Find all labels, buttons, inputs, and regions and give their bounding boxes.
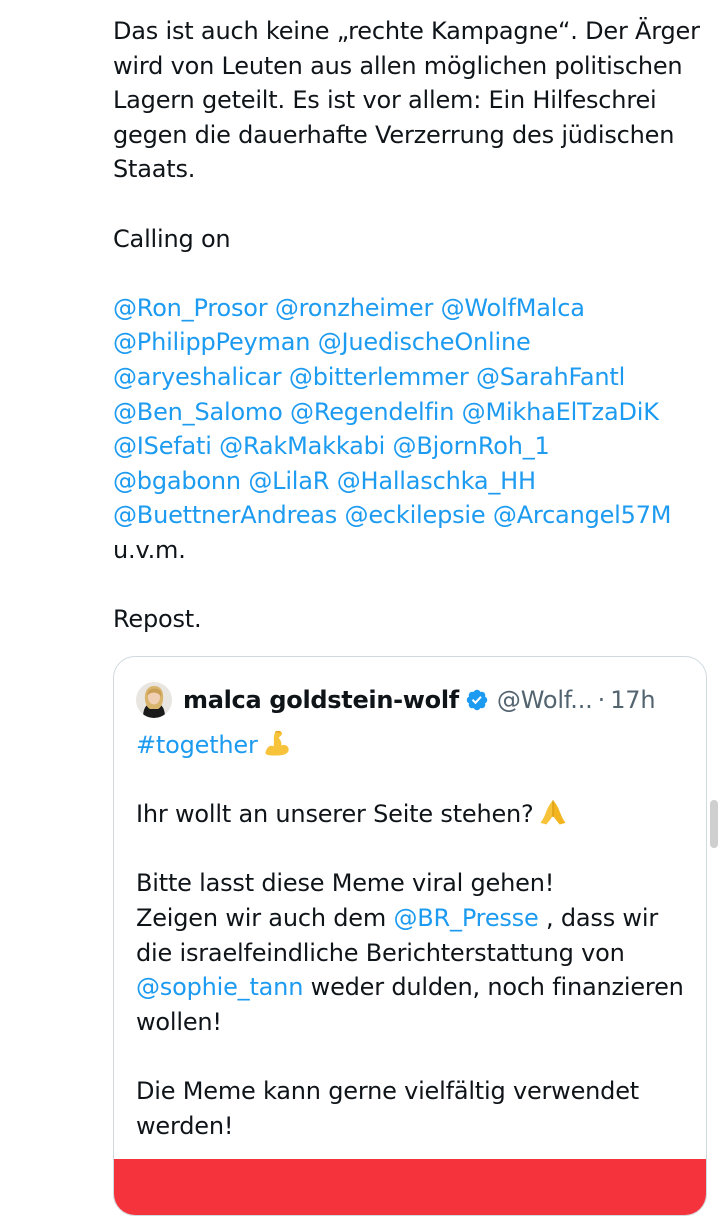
quote-line-3-start: Zeigen wir auch dem — [136, 903, 394, 932]
quote-line-1: Ihr wollt an unserer Seite stehen? — [136, 797, 696, 832]
mention-link[interactable]: @RakMakkabi — [219, 432, 385, 460]
mention-br-presse[interactable]: @BR_Presse — [393, 904, 538, 932]
quote-line-3: Zeigen wir auch dem @BR_Presse , dass wi… — [136, 901, 696, 1039]
hashtag-link[interactable]: #together — [136, 731, 258, 759]
quoted-post-card[interactable]: malca goldstein-wolf @Wolf... · 17h #tog… — [113, 656, 707, 1216]
mention-link[interactable]: @ronzheimer — [275, 294, 433, 322]
quote-line-4: Die Meme kann gerne vielfältig verwendet… — [136, 1076, 639, 1140]
author-handle[interactable]: @Wolf... — [497, 686, 593, 714]
uvm-text: u.v.m. — [113, 535, 186, 564]
mention-link[interactable]: @eckilepsie — [345, 501, 486, 529]
mention-list: @Ron_Prosor @ronzheimer @WolfMalca @Phili… — [113, 291, 713, 533]
avatar[interactable] — [136, 682, 172, 718]
flexed-biceps-icon — [265, 730, 289, 756]
mention-link[interactable]: @bitterlemmer — [289, 363, 469, 391]
hashtag-line: #together — [136, 728, 696, 763]
mention-link[interactable]: @LilaR — [248, 467, 329, 495]
mention-link[interactable]: @WolfMalca — [441, 294, 585, 322]
mention-link[interactable]: @bgabonn — [113, 467, 241, 495]
mention-link[interactable]: @aryeshalicar — [113, 363, 282, 391]
quote-line-2: Bitte lasst diese Meme viral gehen! — [136, 869, 555, 898]
quoted-media-image[interactable] — [114, 1159, 706, 1215]
post-paragraph: Das ist auch keine „rechte Kampagne“. De… — [113, 17, 700, 184]
mention-link[interactable]: @Ben_Salomo — [113, 398, 283, 426]
author-name[interactable]: malca goldstein-wolf — [183, 686, 459, 714]
mention-sophie-tann[interactable]: @sophie_tann — [136, 973, 303, 1001]
mention-link[interactable]: @ISefati — [113, 432, 212, 460]
mention-line: @PhilippPeyman @JuedischeOnline — [113, 325, 713, 360]
mention-line: @bgabonn @LilaR @Hallaschka_HH — [113, 464, 713, 499]
mention-link[interactable]: @SarahFantl — [476, 363, 625, 391]
mention-link[interactable]: @BuettnerAndreas — [113, 501, 337, 529]
mention-line: @BuettnerAndreas @eckilepsie @Arcangel57… — [113, 498, 713, 533]
mention-link[interactable]: @Arcangel57M — [493, 501, 672, 529]
quote-line-1-text: Ihr wollt an unserer Seite stehen? — [136, 800, 534, 829]
mention-line: @Ben_Salomo @Regendelfin @MikhaElTzaDiK — [113, 395, 713, 430]
folded-hands-icon — [540, 800, 566, 825]
mention-line: @ISefati @RakMakkabi @BjornRoh_1 — [113, 429, 713, 464]
mention-line: @Ron_Prosor @ronzheimer @WolfMalca — [113, 291, 713, 326]
post-timestamp[interactable]: 17h — [610, 686, 655, 714]
mention-link[interactable]: @PhilippPeyman — [113, 328, 310, 356]
mention-link[interactable]: @BjornRoh_1 — [393, 432, 550, 460]
post-text: Das ist auch keine „rechte Kampagne“. De… — [113, 14, 713, 637]
mention-link[interactable]: @Hallaschka_HH — [337, 467, 536, 495]
mention-link[interactable]: @Ron_Prosor — [113, 294, 268, 322]
repost-text: Repost. — [113, 605, 202, 634]
calling-on-text: Calling on — [113, 224, 231, 253]
quoted-post-header: malca goldstein-wolf @Wolf... · 17h — [136, 682, 656, 718]
mention-link[interactable]: @MikhaElTzaDiK — [462, 398, 659, 426]
separator-dot: · — [597, 686, 606, 714]
quoted-post-body: #together Ihr wollt an unserer Seite ste… — [136, 728, 696, 1143]
mention-link[interactable]: @Regendelfin — [290, 398, 454, 426]
scrollbar-thumb[interactable] — [710, 800, 718, 848]
verified-badge-icon — [466, 689, 488, 711]
mention-line: @aryeshalicar @bitterlemmer @SarahFantl — [113, 360, 713, 395]
mention-link[interactable]: @JuedischeOnline — [318, 328, 531, 356]
